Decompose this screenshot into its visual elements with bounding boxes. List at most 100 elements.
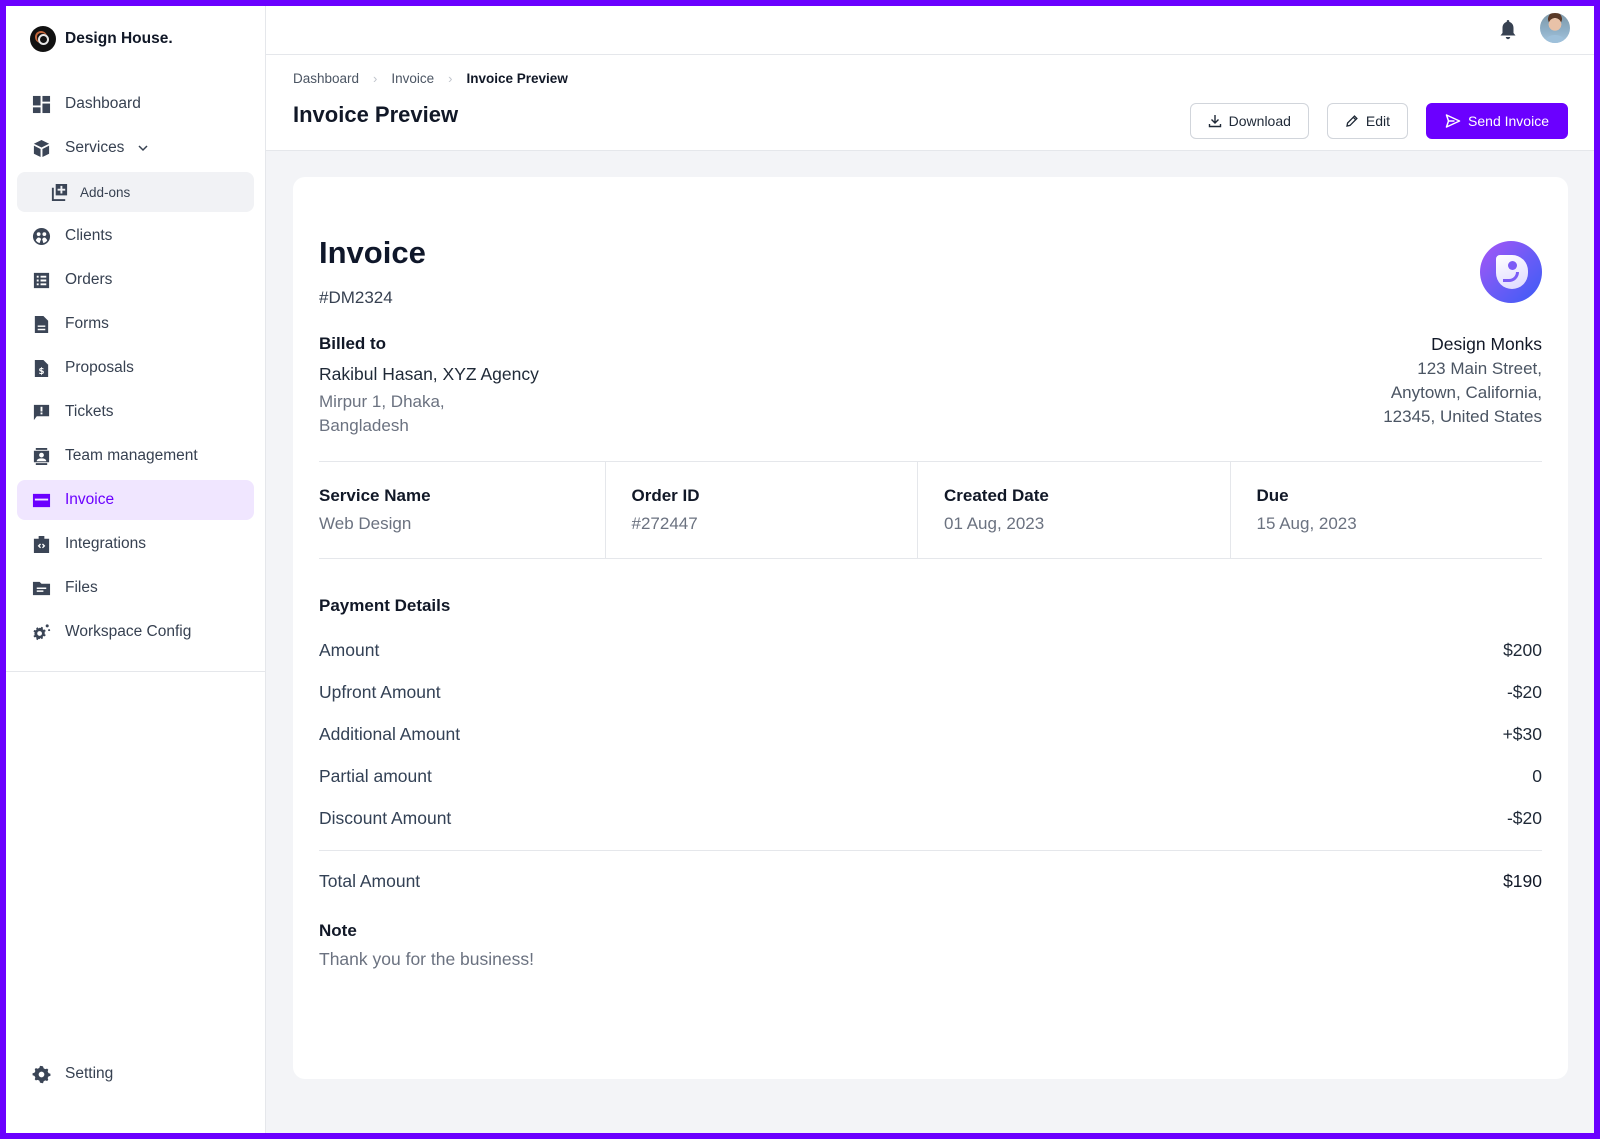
list-icon — [31, 270, 51, 290]
sidebar-item-label: Add-ons — [80, 184, 131, 200]
sidebar-item-proposals[interactable]: $ Proposals — [17, 348, 254, 388]
payment-value: -$20 — [1506, 807, 1542, 828]
main-content: Dashboard › Invoice › Invoice Preview In… — [266, 6, 1594, 1133]
edit-label: Edit — [1365, 113, 1391, 129]
meta-label: Order ID — [631, 486, 700, 505]
note-label: Note — [319, 921, 357, 940]
payment-label: Partial amount — [319, 765, 432, 786]
payment-label: Discount Amount — [319, 807, 452, 828]
payment-value: 0 — [1532, 765, 1542, 786]
topbar — [266, 6, 1594, 55]
meta-label: Created Date — [944, 486, 1049, 505]
breadcrumb-invoice[interactable]: Invoice — [391, 71, 434, 86]
chevron-down-icon[interactable] — [138, 143, 148, 153]
payment-row-partial: Partial amount 0 — [319, 755, 1542, 797]
brand-logo-icon — [30, 26, 56, 52]
payment-details-title: Payment Details — [319, 596, 451, 615]
payment-value: -$20 — [1506, 681, 1542, 702]
folder-icon — [31, 578, 51, 598]
sidebar-item-orders[interactable]: Orders — [17, 260, 254, 300]
sidebar-item-label: Dashboard — [65, 95, 141, 112]
sidebar-item-label: Tickets — [65, 403, 114, 420]
sidebar-item-label: Orders — [65, 271, 113, 288]
pencil-icon — [1346, 115, 1358, 127]
seller-address: 123 Main Street, Anytown, California, 12… — [1383, 357, 1542, 429]
total-value: $190 — [1503, 870, 1542, 891]
meta-value: 01 Aug, 2023 — [944, 514, 1045, 533]
sidebar-item-services[interactable]: Services — [17, 128, 254, 168]
download-icon — [1208, 115, 1221, 128]
sidebar-item-team-management[interactable]: Team management — [17, 436, 254, 476]
seller-address-line: 12345, United States — [1383, 407, 1542, 426]
bell-icon[interactable] — [1498, 19, 1518, 41]
total-label: Total Amount — [319, 870, 421, 891]
breadcrumb-current: Invoice Preview — [466, 71, 568, 86]
sidebar-item-tickets[interactable]: Tickets — [17, 392, 254, 432]
sidebar-item-integrations[interactable]: Integrations — [17, 524, 254, 564]
sidebar-bottom: Setting — [17, 1054, 254, 1098]
send-icon — [1445, 114, 1461, 128]
brand[interactable]: Design House. — [6, 6, 265, 72]
billed-to-name: Rakibul Hasan, XYZ Agency — [319, 364, 539, 384]
payment-label: Amount — [319, 639, 380, 660]
page-header: Dashboard › Invoice › Invoice Preview In… — [266, 55, 1594, 151]
code-badge-icon — [31, 534, 51, 554]
sidebar-item-forms[interactable]: Forms — [17, 304, 254, 344]
contact-card-icon — [31, 446, 51, 466]
sidebar-item-label: Clients — [65, 227, 113, 244]
invoice-number: #DM2324 — [319, 288, 393, 307]
user-avatar[interactable] — [1540, 13, 1570, 43]
sidebar-item-label: Services — [65, 139, 125, 156]
sidebar-item-files[interactable]: Files — [17, 568, 254, 608]
sidebar-item-add-ons[interactable]: Add-ons — [17, 172, 254, 212]
breadcrumb-dashboard[interactable]: Dashboard — [293, 71, 359, 86]
download-button[interactable]: Download — [1189, 103, 1309, 139]
svg-text:$: $ — [38, 367, 44, 377]
credit-card-icon — [31, 490, 51, 510]
sidebar-item-clients[interactable]: Clients — [17, 216, 254, 256]
payment-value: $200 — [1503, 639, 1542, 660]
sidebar-item-label: Setting — [65, 1065, 114, 1082]
billed-to-address: Mirpur 1, Dhaka, Bangladesh — [319, 390, 445, 438]
note-text: Thank you for the business! — [319, 949, 534, 969]
payment-row-discount: Discount Amount -$20 — [319, 797, 1542, 839]
dashboard-icon — [31, 94, 51, 114]
add-library-icon — [49, 182, 69, 202]
sidebar-item-workspace-config[interactable]: Workspace Config — [17, 612, 254, 652]
meta-order-id: Order ID #272447 — [604, 462, 918, 558]
payment-row-amount: Amount $200 — [319, 629, 1542, 671]
sidebar-item-invoice[interactable]: Invoice — [17, 480, 254, 520]
download-label: Download — [1228, 113, 1291, 129]
sidebar-item-setting[interactable]: Setting — [17, 1054, 254, 1094]
send-invoice-button[interactable]: Send Invoice — [1426, 103, 1568, 139]
seller-address-line: Anytown, California, — [1390, 383, 1542, 402]
document-icon — [31, 314, 51, 334]
meta-value: 15 Aug, 2023 — [1256, 514, 1357, 533]
sidebar-item-label: Forms — [65, 315, 109, 332]
gear-icon — [31, 1064, 51, 1084]
brand-name: Design House. — [65, 30, 173, 47]
app-window: Design House. Dashboard Services Add-ons… — [6, 6, 1594, 1133]
payment-value: +$30 — [1502, 723, 1542, 744]
meta-value: #272447 — [631, 514, 698, 533]
seller-info: Design Monks 123 Main Street, Anytown, C… — [1383, 334, 1542, 429]
seller-address-line: 123 Main Street, — [1417, 359, 1542, 378]
payment-row-additional: Additional Amount +$30 — [319, 713, 1542, 755]
billed-to-label: Billed to — [319, 334, 387, 353]
send-invoice-label: Send Invoice — [1468, 113, 1549, 129]
sidebar-item-label: Files — [65, 579, 98, 596]
meta-label: Due — [1256, 486, 1289, 505]
alert-message-icon — [31, 402, 51, 422]
payment-list: Amount $200 Upfront Amount -$20 Addition… — [319, 629, 1542, 839]
sidebar-item-label: Team management — [65, 447, 198, 464]
meta-label: Service Name — [319, 486, 431, 505]
payment-label: Upfront Amount — [319, 681, 441, 702]
sidebar-item-label: Proposals — [65, 359, 134, 376]
invoice-card: Invoice #DM2324 Billed to Rakibul Hasan,… — [293, 177, 1568, 1079]
sidebar-nav: Dashboard Services Add-ons Clients Order… — [6, 84, 265, 652]
edit-button[interactable]: Edit — [1326, 103, 1409, 139]
sidebar-item-label: Invoice — [65, 491, 115, 508]
sidebar-item-dashboard[interactable]: Dashboard — [17, 84, 254, 124]
chevron-right-icon: › — [448, 71, 453, 86]
box-icon — [31, 138, 51, 158]
